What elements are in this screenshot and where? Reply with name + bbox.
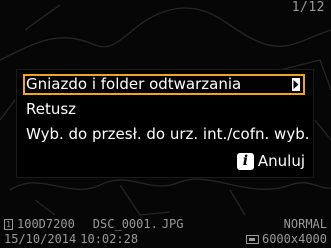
info-icon: i <box>236 152 254 170</box>
menu-item-label: Gniazdo i folder odtwarzania <box>26 75 242 93</box>
image-quality: NORMAL <box>283 217 327 231</box>
folder-name: 100D7200 <box>17 217 75 231</box>
menu-item-label: Retusz <box>26 100 77 118</box>
menu-item-label: Wyb. do przesł. do urz. int./cofn. wyb. <box>26 125 310 143</box>
cancel-button[interactable]: i Anuluj <box>236 151 305 171</box>
image-size-icon <box>245 235 259 244</box>
file-extension: JPG <box>161 217 184 231</box>
menu-item-select-for-upload[interactable]: Wyb. do przesł. do urz. int./cofn. wyb. <box>23 124 309 145</box>
playback-menu-popup: Gniazdo i folder odtwarzania Retusz Wyb.… <box>17 70 313 177</box>
frame-counter: 1/12 <box>291 0 325 15</box>
memory-card-icon: 1 <box>4 219 13 230</box>
capture-date: 15/10/2014 <box>4 232 77 246</box>
image-info-bar: 1 100D7200 DSC_0001. JPG NORMAL 15/10/20… <box>0 216 331 248</box>
cancel-label: Anuluj <box>257 152 305 170</box>
file-name: DSC_0001. <box>92 217 158 231</box>
capture-time: 10:02:28 <box>80 232 139 246</box>
playback-screen: 1/12 Gniazdo i folder odtwarzania Retusz… <box>0 0 331 248</box>
chevron-right-icon <box>291 78 300 91</box>
menu-item-slot-and-folder[interactable]: Gniazdo i folder odtwarzania <box>23 74 305 95</box>
image-dimensions: 6000x4000 <box>261 232 327 246</box>
menu-item-retouch[interactable]: Retusz <box>23 99 305 120</box>
